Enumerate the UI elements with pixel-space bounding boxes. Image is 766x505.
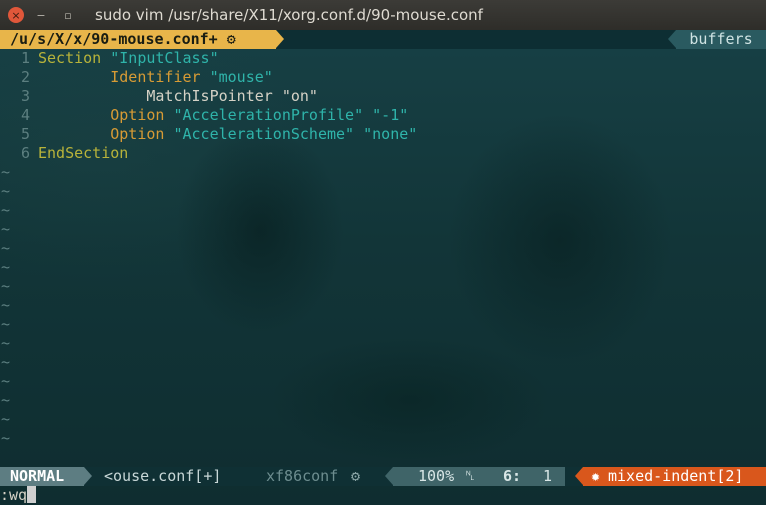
status-filetype: xf86conf — [266, 467, 339, 485]
status-position: 100% ␤ 6: 1 — [393, 467, 565, 486]
code-token: "AccelerationScheme" "none" — [173, 125, 418, 143]
empty-line: ~ — [0, 315, 766, 334]
line-number: 6 — [20, 144, 30, 162]
empty-line-marker: ~ — [1, 334, 11, 352]
line-content: Option "AccelerationScheme" "none" — [38, 125, 417, 144]
code-token: Section — [38, 49, 111, 67]
empty-line: ~ — [0, 410, 766, 429]
empty-line: ~ — [0, 239, 766, 258]
empty-line-marker: ~ — [1, 353, 11, 371]
code-line[interactable]: 2 Identifier "mouse" — [0, 68, 766, 87]
minimize-icon[interactable]: − — [33, 7, 49, 23]
code-token: Option — [38, 106, 174, 124]
empty-line-marker: ~ — [1, 201, 11, 219]
line-number-icon: ␤ — [465, 469, 476, 484]
code-line[interactable]: 5 Option "AccelerationScheme" "none" — [0, 125, 766, 144]
tab-active-file[interactable]: /u/s/X/x/90-mouse.conf+ ⚙ — [0, 30, 276, 49]
code-line[interactable]: 3 MatchIsPointer "on" — [0, 87, 766, 106]
vim-buffer[interactable]: 1 Section "InputClass" 2 Identifier "mouse… — [0, 49, 766, 448]
line-content: Section "InputClass" — [38, 49, 219, 68]
tab-active-label: /u/s/X/x/90-mouse.conf+ — [10, 30, 218, 48]
status-filename: <ouse.conf[+] — [104, 467, 222, 485]
line-content: Identifier "mouse" — [38, 68, 273, 87]
line-number: 4 — [20, 106, 30, 124]
empty-line-marker: ~ — [1, 220, 11, 238]
code-token: "InputClass" — [110, 49, 219, 67]
window-title: sudo vim /usr/share/X11/xorg.conf.d/90-m… — [95, 6, 483, 24]
empty-line: ~ — [0, 353, 766, 372]
filetype-gear-icon: ⚙ — [351, 467, 361, 485]
buffers-label: buffers — [676, 30, 766, 49]
empty-line-marker: ~ — [1, 239, 11, 257]
line-number: 1 — [20, 49, 30, 67]
line-content: EndSection — [38, 144, 128, 163]
mode-separator — [84, 467, 92, 485]
code-token: "mouse" — [209, 68, 273, 86]
empty-line-marker: ~ — [1, 429, 11, 447]
empty-line: ~ — [0, 334, 766, 353]
vim-tabline: /u/s/X/x/90-mouse.conf+ ⚙ buffers — [0, 30, 766, 49]
line-content: MatchIsPointer "on" — [38, 87, 318, 106]
empty-line: ~ — [0, 163, 766, 182]
terminal-area[interactable]: /u/s/X/x/90-mouse.conf+ ⚙ buffers 1 Secti… — [0, 30, 766, 505]
modified-gear-icon: ⚙ — [226, 30, 236, 48]
empty-line-marker: ~ — [1, 315, 11, 333]
empty-line: ~ — [0, 182, 766, 201]
empty-line-marker: ~ — [1, 372, 11, 390]
empty-line-marker: ~ — [1, 391, 11, 409]
code-token: Option — [38, 125, 174, 143]
status-warning: ✹ mixed-indent[2] — [583, 467, 766, 486]
empty-line-marker: ~ — [1, 258, 11, 276]
empty-line: ~ — [0, 201, 766, 220]
empty-line: ~ — [0, 220, 766, 239]
code-line[interactable]: 1 Section "InputClass" — [0, 49, 766, 68]
warning-separator — [575, 467, 583, 485]
vim-command-line[interactable]: :wq — [0, 486, 766, 505]
vim-statusline: NORMAL <ouse.conf[+] xf86conf ⚙ 100% ␤ 6… — [0, 467, 766, 486]
code-line[interactable]: 4 Option "AccelerationProfile" "-1" — [0, 106, 766, 125]
mode-indicator: NORMAL — [0, 467, 84, 486]
tab-separator — [276, 30, 284, 48]
line-number: 2 — [20, 68, 30, 86]
code-line[interactable]: 6 EndSection — [0, 144, 766, 163]
empty-line: ~ — [0, 372, 766, 391]
empty-line: ~ — [0, 429, 766, 448]
code-token: Identifier — [38, 68, 210, 86]
window-titlebar: × − ▫ sudo vim /usr/share/X11/xorg.conf.… — [0, 0, 766, 30]
warning-star-icon: ✹ — [591, 467, 601, 485]
buffers-separator — [668, 30, 676, 48]
line-content: Option "AccelerationProfile" "-1" — [38, 106, 408, 125]
empty-line: ~ — [0, 277, 766, 296]
close-icon[interactable]: × — [8, 7, 24, 23]
line-number: 3 — [20, 87, 30, 105]
status-column: 1 — [543, 467, 553, 485]
maximize-icon[interactable]: ▫ — [60, 7, 76, 23]
code-token: "AccelerationProfile" "-1" — [173, 106, 409, 124]
command-text: :wq — [0, 486, 28, 504]
warning-text: mixed-indent[2] — [608, 467, 744, 485]
empty-line-marker: ~ — [1, 410, 11, 428]
empty-line: ~ — [0, 258, 766, 277]
empty-line-marker: ~ — [1, 182, 11, 200]
code-token: EndSection — [38, 144, 129, 162]
position-separator — [385, 467, 393, 485]
empty-line-marker: ~ — [1, 163, 11, 181]
status-percent: 100% — [418, 467, 455, 485]
empty-line-marker: ~ — [1, 296, 11, 314]
empty-line: ~ — [0, 391, 766, 410]
line-number: 5 — [20, 125, 30, 143]
status-line: 6: — [503, 467, 522, 485]
empty-line-marker: ~ — [1, 277, 11, 295]
code-token: MatchIsPointer "on" — [38, 87, 318, 105]
text-cursor — [27, 486, 37, 503]
empty-line: ~ — [0, 296, 766, 315]
